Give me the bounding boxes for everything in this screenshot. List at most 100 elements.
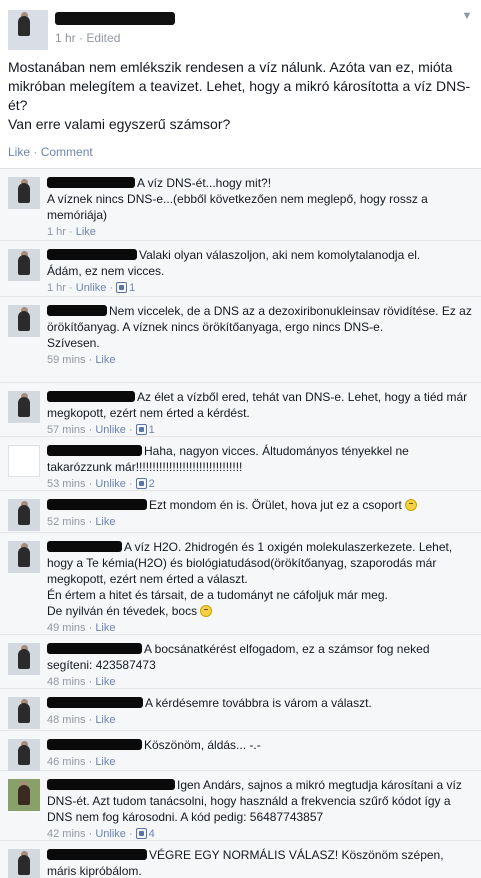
author-name-redacted[interactable] bbox=[55, 12, 175, 25]
avatar-person-icon bbox=[18, 183, 30, 203]
commenter-name-redacted[interactable] bbox=[47, 499, 147, 510]
thumbs-up-icon bbox=[135, 478, 147, 489]
avatar-person-icon bbox=[18, 311, 30, 331]
comment-meta: 48 mins · Like bbox=[47, 714, 116, 726]
comment-meta: 42 mins · Unlike · 4 bbox=[47, 828, 155, 840]
comment-button[interactable]: Comment bbox=[41, 145, 93, 159]
chevron-down-icon[interactable]: ▼ bbox=[461, 10, 473, 22]
avatar-person-icon bbox=[18, 547, 30, 567]
comment-body: Köszönöm, áldás... -.- 46 mins · Like bbox=[47, 737, 475, 769]
comment-like-count[interactable]: 2 bbox=[149, 478, 155, 490]
comment-time[interactable]: 53 mins bbox=[47, 478, 86, 490]
avatar-person-icon bbox=[18, 397, 30, 417]
comment-unlike-button[interactable]: Unlike bbox=[95, 478, 126, 490]
commenter-avatar[interactable] bbox=[8, 849, 40, 878]
comment-time[interactable]: 59 mins bbox=[47, 354, 86, 366]
comment-time[interactable]: 49 mins bbox=[47, 622, 86, 634]
thumbs-up-icon bbox=[116, 282, 128, 293]
comment-meta: 1 hr · Like bbox=[47, 226, 96, 238]
comment-like-button[interactable]: Like bbox=[76, 226, 96, 238]
comment-meta: 53 mins · Unlike · 2 bbox=[47, 478, 155, 490]
comment-meta: 48 mins · Like bbox=[47, 676, 116, 688]
comment-item: A bocsánatkérést elfogadom, ez a számsor… bbox=[0, 635, 481, 689]
commenter-name-redacted[interactable] bbox=[47, 643, 142, 654]
comment-unlike-button[interactable]: Unlike bbox=[95, 828, 126, 840]
comment-like-button[interactable]: Like bbox=[95, 516, 115, 528]
commenter-name-redacted[interactable] bbox=[47, 445, 142, 456]
comment-like-button[interactable]: Like bbox=[95, 714, 115, 726]
comment-body: Valaki olyan válaszoljon, aki nem komoly… bbox=[47, 247, 475, 295]
comment-text: Ezt mondom én is. Örület, hova jut ez a … bbox=[149, 498, 402, 512]
comment-item: Köszönöm, áldás... -.- 46 mins · Like bbox=[0, 731, 481, 771]
comment-item: Igen Andárs, sajnos a mikró megtudja kár… bbox=[0, 771, 481, 841]
comment-time[interactable]: 48 mins bbox=[47, 676, 86, 688]
frown-emoji-icon bbox=[405, 499, 418, 511]
comment-body: Nem viccelek, de a DNS az a dezoxiribonu… bbox=[47, 303, 475, 367]
comment-time[interactable]: 1 hr bbox=[47, 226, 66, 238]
comment-time[interactable]: 57 mins bbox=[47, 424, 86, 436]
commenter-name-redacted[interactable] bbox=[47, 697, 143, 708]
comment-meta: 46 mins · Like bbox=[47, 756, 116, 768]
comment-item: Haha, nagyon vicces. Áltudományos tények… bbox=[0, 437, 481, 491]
thumbs-up-icon bbox=[135, 424, 147, 435]
comment-meta: 49 mins · Like bbox=[47, 622, 116, 634]
commenter-avatar[interactable] bbox=[8, 643, 40, 675]
comment-item: Valaki olyan válaszoljon, aki nem komoly… bbox=[0, 241, 481, 297]
commenter-avatar[interactable] bbox=[8, 541, 40, 573]
comment-like-button[interactable]: Like bbox=[95, 622, 115, 634]
comment-time[interactable]: 42 mins bbox=[47, 828, 86, 840]
comment-time[interactable]: 46 mins bbox=[47, 756, 86, 768]
like-button[interactable]: Like bbox=[8, 145, 30, 159]
author-avatar[interactable] bbox=[8, 10, 48, 50]
commenter-avatar[interactable] bbox=[8, 305, 40, 337]
comment-like-button[interactable]: Like bbox=[95, 354, 115, 366]
commenter-avatar[interactable] bbox=[8, 391, 40, 423]
comment-like-count[interactable]: 1 bbox=[129, 282, 135, 294]
comment-body: Az élet a vízből ered, tehát van DNS-e. … bbox=[47, 389, 475, 437]
commenter-name-redacted[interactable] bbox=[47, 541, 122, 552]
comment-text: Nem viccelek, de a DNS az a dezoxiribonu… bbox=[47, 304, 472, 350]
commenter-avatar[interactable] bbox=[8, 445, 40, 477]
avatar-person-icon bbox=[18, 785, 30, 805]
comment-item: Ezt mondom én is. Örület, hova jut ez a … bbox=[0, 491, 481, 533]
commenter-avatar[interactable] bbox=[8, 177, 40, 209]
comment-item: A víz H2O. 2hidrogén és 1 oxigén molekul… bbox=[0, 533, 481, 635]
commenter-avatar[interactable] bbox=[8, 739, 40, 771]
comment-item: A kérdésemre továbbra is várom a választ… bbox=[0, 689, 481, 731]
smile-emoji-icon bbox=[200, 605, 213, 617]
commenter-name-redacted[interactable] bbox=[47, 305, 107, 316]
post-timestamp[interactable]: 1 hr · Edited bbox=[55, 31, 120, 45]
comment-time[interactable]: 48 mins bbox=[47, 714, 86, 726]
commenter-avatar[interactable] bbox=[8, 499, 40, 531]
comment-meta: 1 hr · Unlike · 1 bbox=[47, 282, 136, 294]
comment-meta: 57 mins · Unlike · 1 bbox=[47, 424, 155, 436]
post-text: Mostanában nem emlékszik rendesen a víz … bbox=[8, 59, 471, 132]
commenter-avatar[interactable] bbox=[8, 779, 40, 811]
avatar-person-icon bbox=[18, 855, 30, 875]
comment-item: A víz DNS-ét...hogy mit?! A víznek nincs… bbox=[0, 169, 481, 241]
comment-like-count[interactable]: 4 bbox=[149, 828, 155, 840]
commenter-name-redacted[interactable] bbox=[47, 391, 135, 402]
comment-unlike-button[interactable]: Unlike bbox=[76, 282, 107, 294]
commenter-name-redacted[interactable] bbox=[47, 779, 175, 790]
comment-body: A víz H2O. 2hidrogén és 1 oxigén molekul… bbox=[47, 539, 475, 635]
commenter-name-redacted[interactable] bbox=[47, 249, 137, 260]
comment-meta: 52 mins · Like bbox=[47, 516, 116, 528]
comment-like-button[interactable]: Like bbox=[95, 676, 115, 688]
comment-unlike-button[interactable]: Unlike bbox=[95, 424, 126, 436]
commenter-name-redacted[interactable] bbox=[47, 177, 135, 188]
post-actions: Like · Comment bbox=[8, 145, 93, 159]
comment-like-count[interactable]: 1 bbox=[149, 424, 155, 436]
comment-like-button[interactable]: Like bbox=[95, 756, 115, 768]
comment-body: A kérdésemre továbbra is várom a választ… bbox=[47, 695, 475, 727]
comment-item: Nem viccelek, de a DNS az a dezoxiribonu… bbox=[0, 297, 481, 383]
commenter-name-redacted[interactable] bbox=[47, 849, 147, 860]
avatar-person-icon bbox=[18, 255, 30, 275]
post-header: 1 hr · Edited ▼ bbox=[0, 0, 481, 52]
commenter-avatar[interactable] bbox=[8, 697, 40, 729]
comment-time[interactable]: 1 hr bbox=[47, 282, 66, 294]
commenter-avatar[interactable] bbox=[8, 249, 40, 281]
comment-time[interactable]: 52 mins bbox=[47, 516, 86, 528]
comment-body: Haha, nagyon vicces. Áltudományos tények… bbox=[47, 443, 475, 491]
commenter-name-redacted[interactable] bbox=[47, 739, 142, 750]
